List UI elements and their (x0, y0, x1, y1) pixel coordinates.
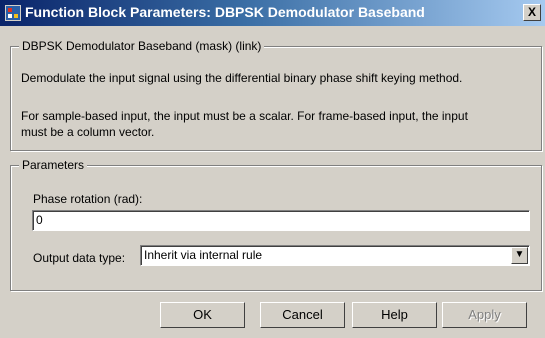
parameters-group-legend: Parameters (19, 158, 88, 172)
title-bar: Function Block Parameters: DBPSK Demodul… (0, 0, 545, 26)
mask-group-legend: DBPSK Demodulator Baseband (mask) (link) (19, 39, 265, 53)
apply-button-label: Apply (468, 307, 501, 322)
ok-button-label: OK (193, 307, 212, 322)
help-button[interactable]: Help (352, 302, 437, 328)
ok-button[interactable]: OK (160, 302, 245, 328)
close-button[interactable]: X (523, 4, 541, 21)
output-data-type-select[interactable]: Inherit via internal rule ▼ (140, 245, 530, 266)
apply-button[interactable]: Apply (442, 302, 527, 328)
dropdown-arrow-icon[interactable]: ▼ (511, 247, 528, 264)
mask-description-line2b: must be a column vector. (21, 125, 155, 139)
output-data-type-label: Output data type: (33, 251, 126, 265)
phase-rotation-input[interactable]: 0 (32, 210, 530, 231)
phase-rotation-label: Phase rotation (rad): (33, 192, 143, 206)
output-data-type-value: Inherit via internal rule (144, 248, 263, 262)
window-title: Function Block Parameters: DBPSK Demodul… (25, 4, 425, 20)
cancel-button[interactable]: Cancel (260, 302, 345, 328)
help-button-label: Help (381, 307, 408, 322)
cancel-button-label: Cancel (282, 307, 323, 322)
simulink-block-icon (5, 5, 21, 21)
mask-description-line2a: For sample-based input, the input must b… (21, 109, 468, 123)
mask-description-line1: Demodulate the input signal using the di… (21, 71, 463, 85)
